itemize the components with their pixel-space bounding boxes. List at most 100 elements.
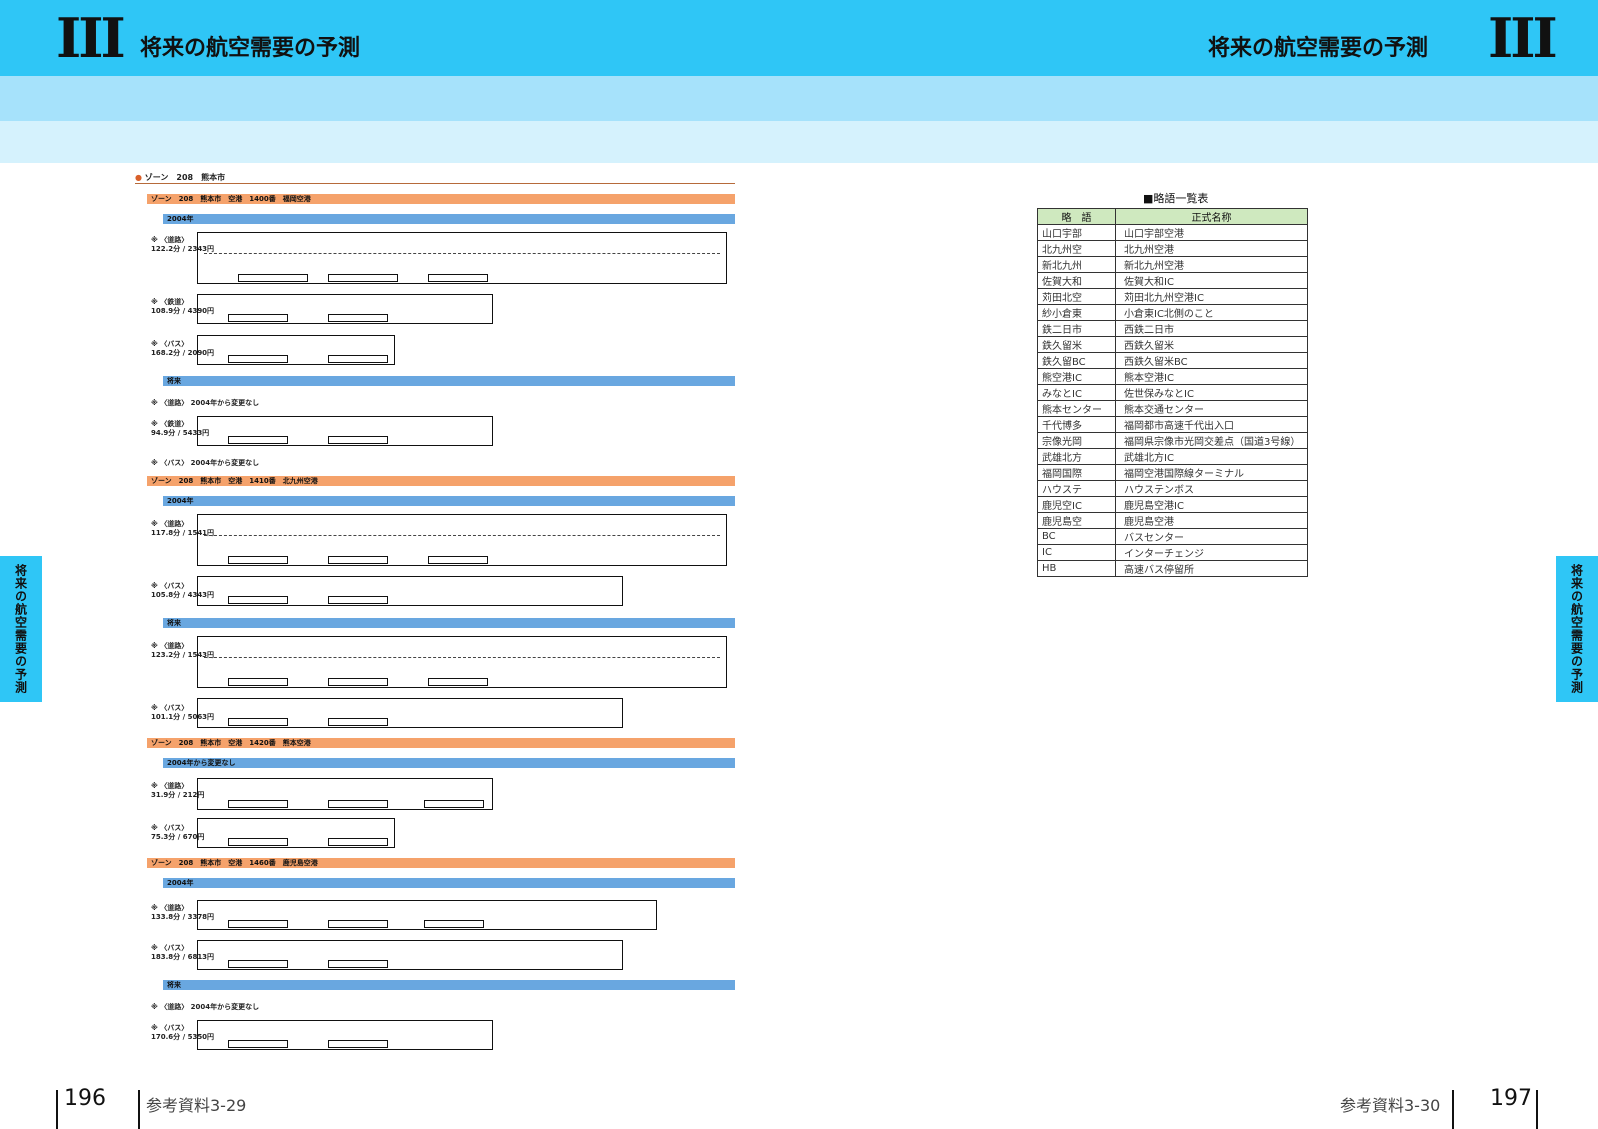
table-row: みなとIC 佐世保みなとIC — [1037, 384, 1308, 401]
page-ref-right: 参考資料3-30 — [1340, 1096, 1441, 1115]
route-cell — [328, 678, 388, 686]
route-cell — [328, 920, 388, 928]
table-row: 千代博多 福岡都市高速千代出入口 — [1037, 416, 1308, 433]
zone-bar-3: ゾーン 208 熊本市 空港 1420番 熊本空港 — [147, 738, 735, 748]
route-cell — [328, 960, 388, 968]
header-fullname: 正式名称 — [1115, 208, 1308, 225]
route-box — [197, 818, 395, 848]
abbr-cell: 熊本センター — [1037, 400, 1116, 417]
fullname-cell: 鹿児島空港IC — [1115, 496, 1308, 513]
year-bar-4: 2004年 — [163, 878, 735, 888]
route-cell — [228, 838, 288, 846]
table-row: 宗像光岡 福岡県宗像市光岡交差点（国道3号線） — [1037, 432, 1308, 449]
abbr-cell: 鉄久留BC — [1037, 352, 1116, 369]
fullname-cell: 小倉東IC北側のこと — [1115, 304, 1308, 321]
abbr-cell: 千代博多 — [1037, 416, 1116, 433]
table-row: 北九州空 北九州空港 — [1037, 240, 1308, 257]
no-change-note: ※ 〈道路〉 2004年から変更なし — [151, 1003, 260, 1011]
route-cell — [328, 718, 388, 726]
route-cell — [228, 355, 288, 363]
abbr-cell: 鉄二日市 — [1037, 320, 1116, 337]
route-box — [197, 900, 657, 930]
bullet-icon: ● — [135, 173, 142, 182]
route-box — [197, 416, 493, 446]
table-row: 苅田北空 苅田北九州空港IC — [1037, 288, 1308, 305]
fullname-cell: 西鉄二日市 — [1115, 320, 1308, 337]
abbr-cell: 鹿児島空 — [1037, 512, 1116, 529]
chapter-title-left: 将来の航空需要の予測 — [140, 36, 361, 61]
chapter-numeral-left: III — [56, 6, 126, 70]
route-cell — [424, 920, 484, 928]
abbr-table-body: 山口宇部 山口宇部空港 北九州空 北九州空港 新北九州 新北九州空港 佐賀大和 佐賀大和IC 苅… — [1037, 224, 1308, 577]
table-row: 熊空港IC 熊本空港IC — [1037, 368, 1308, 385]
table-row: HB 高速バス停留所 — [1037, 560, 1308, 577]
chapter-numeral-right: III — [1488, 6, 1558, 70]
abbr-cell: HB — [1037, 560, 1116, 577]
abbr-cell: BC — [1037, 528, 1116, 545]
table-row: 鉄二日市 西鉄二日市 — [1037, 320, 1308, 337]
route-cell — [328, 556, 388, 564]
route-cell — [238, 274, 308, 282]
abbr-cell: 佐賀大和 — [1037, 272, 1116, 289]
table-row: 山口宇部 山口宇部空港 — [1037, 224, 1308, 241]
route-line — [204, 657, 720, 658]
fullname-cell: 西鉄久留米 — [1115, 336, 1308, 353]
abbr-cell: 苅田北空 — [1037, 288, 1116, 305]
fullname-cell: 福岡県宗像市光岡交差点（国道3号線） — [1115, 432, 1308, 449]
table-row: 鉄久留BC 西鉄久留米BC — [1037, 352, 1308, 369]
heading-rule — [135, 183, 735, 184]
fullname-cell: 山口宇部空港 — [1115, 224, 1308, 241]
fullname-cell: 鹿児島空港 — [1115, 512, 1308, 529]
route-cell — [228, 596, 288, 604]
route-box — [197, 778, 493, 810]
abbr-cell: 新北九州 — [1037, 256, 1116, 273]
fullname-cell: 高速バス停留所 — [1115, 560, 1308, 577]
route-cell — [428, 556, 488, 564]
page-ref-left: 参考資料3-29 — [146, 1096, 247, 1115]
table-row: 鹿児島空 鹿児島空港 — [1037, 512, 1308, 529]
abbr-cell: 北九州空 — [1037, 240, 1116, 257]
no-change-note: ※ 〈バス〉 2004年から変更なし — [151, 459, 260, 467]
route-box — [197, 576, 623, 606]
no-change-note: ※ 〈道路〉 2004年から変更なし — [151, 399, 260, 407]
route-cell — [228, 436, 288, 444]
page-number-right: 197 — [1490, 1086, 1532, 1111]
fullname-cell: 西鉄久留米BC — [1115, 352, 1308, 369]
table-row: 鉄久留米 西鉄久留米 — [1037, 336, 1308, 353]
future-bar-1: 将来 — [163, 376, 735, 386]
table-row: 鹿児空IC 鹿児島空港IC — [1037, 496, 1308, 513]
year-bar-1: 2004年 — [163, 214, 735, 224]
route-box — [197, 698, 623, 728]
fullname-cell: 佐世保みなとIC — [1115, 384, 1308, 401]
zone-bar-4: ゾーン 208 熊本市 空港 1460番 鹿児島空港 — [147, 858, 735, 868]
abbr-cell: 紗小倉東 — [1037, 304, 1116, 321]
table-row: 新北九州 新北九州空港 — [1037, 256, 1308, 273]
fullname-cell: 武雄北方IC — [1115, 448, 1308, 465]
route-box — [197, 232, 727, 284]
fullname-cell: インターチェンジ — [1115, 544, 1308, 561]
fullname-cell: 熊本空港IC — [1115, 368, 1308, 385]
route-cell — [328, 355, 388, 363]
route-cell — [228, 800, 288, 808]
route-cell — [228, 678, 288, 686]
abbr-cell: ハウステ — [1037, 480, 1116, 497]
table-row: BC バスセンター — [1037, 528, 1308, 545]
header-abbr: 略 語 — [1037, 208, 1116, 225]
footer-rule-left — [56, 1090, 58, 1129]
zone-bar-1: ゾーン 208 熊本市 空港 1400番 福岡空港 — [147, 194, 735, 204]
header-band-middle — [0, 76, 1598, 121]
route-cell — [428, 678, 488, 686]
abbr-cell: 武雄北方 — [1037, 448, 1116, 465]
route-box — [197, 1020, 493, 1050]
route-cell — [228, 556, 288, 564]
table-row: 熊本センター 熊本交通センター — [1037, 400, 1308, 417]
header-band-bottom — [0, 121, 1598, 163]
fullname-cell: 熊本交通センター — [1115, 400, 1308, 417]
abbr-cell: 鉄久留米 — [1037, 336, 1116, 353]
fullname-cell: ハウステンボス — [1115, 480, 1308, 497]
table-row: 佐賀大和 佐賀大和IC — [1037, 272, 1308, 289]
fullname-cell: 佐賀大和IC — [1115, 272, 1308, 289]
route-cell — [328, 314, 388, 322]
zone-bar-2: ゾーン 208 熊本市 空港 1410番 北九州空港 — [147, 476, 735, 486]
chapter-title-right: 将来の航空需要の予測 — [1208, 36, 1429, 61]
